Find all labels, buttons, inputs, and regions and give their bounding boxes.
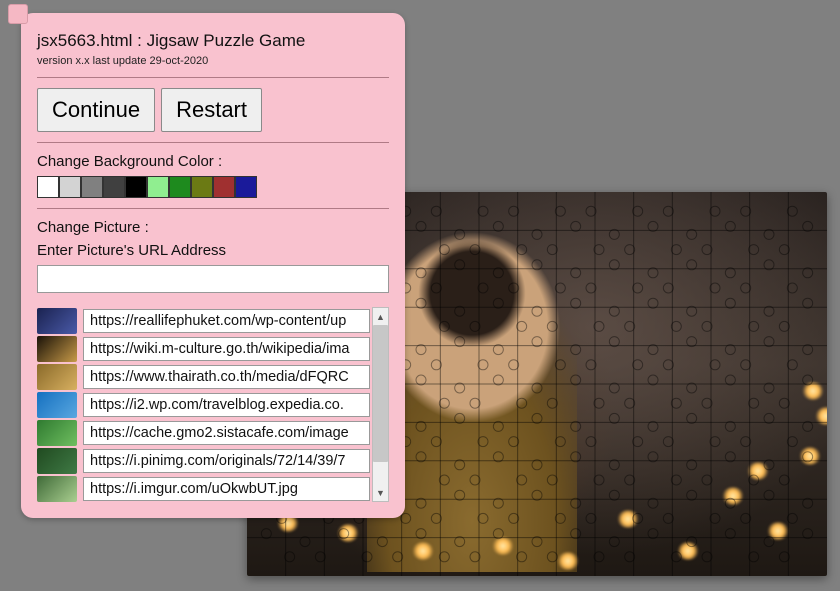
picture-row: https://i.pinimg.com/originals/72/14/39/… (37, 447, 370, 474)
picture-row: https://reallifephuket.com/wp-content/up (37, 307, 370, 334)
picture-thumbnail[interactable] (37, 336, 77, 362)
picture-row: https://wiki.m-culture.go.th/wikipedia/i… (37, 335, 370, 362)
picture-thumbnail[interactable] (37, 364, 77, 390)
scrollbar[interactable]: ▲ ▼ (372, 307, 389, 502)
scroll-up-button[interactable]: ▲ (373, 308, 388, 325)
bg-swatch-6[interactable] (169, 176, 191, 198)
candle-glow (617, 510, 639, 528)
bg-swatch-9[interactable] (235, 176, 257, 198)
scroll-down-button[interactable]: ▼ (373, 484, 388, 501)
scroll-thumb[interactable] (373, 325, 388, 462)
bg-swatch-0[interactable] (37, 176, 59, 198)
panel-drag-handle[interactable] (8, 4, 28, 24)
candle-glow (557, 552, 579, 570)
page-title: jsx5663.html : Jigsaw Puzzle Game (37, 31, 389, 51)
picture-list: https://reallifephuket.com/wp-content/up… (37, 307, 370, 502)
picture-row: https://cache.gmo2.sistacafe.com/image (37, 419, 370, 446)
scroll-track[interactable] (373, 325, 388, 484)
picture-url-field[interactable]: https://i2.wp.com/travelblog.expedia.co. (83, 393, 370, 417)
picture-list-wrapper: https://reallifephuket.com/wp-content/up… (37, 307, 389, 502)
control-panel: jsx5663.html : Jigsaw Puzzle Game versio… (21, 13, 405, 518)
bg-color-label: Change Background Color : (37, 153, 389, 170)
bg-swatch-1[interactable] (59, 176, 81, 198)
picture-url-input[interactable] (37, 265, 389, 293)
divider (37, 142, 389, 143)
continue-button[interactable]: Continue (37, 88, 155, 132)
divider (37, 208, 389, 209)
candle-glow (767, 522, 789, 540)
candle-glow (802, 382, 824, 400)
candle-glow (337, 524, 359, 542)
picture-row: https://i2.wp.com/travelblog.expedia.co. (37, 391, 370, 418)
url-input-label: Enter Picture's URL Address (37, 242, 389, 259)
change-picture-label: Change Picture : (37, 219, 389, 236)
version-label: version x.x last update 29-oct-2020 (37, 55, 389, 67)
divider (37, 77, 389, 78)
picture-thumbnail[interactable] (37, 420, 77, 446)
bg-swatch-2[interactable] (81, 176, 103, 198)
picture-url-field[interactable]: https://cache.gmo2.sistacafe.com/image (83, 421, 370, 445)
bg-swatch-3[interactable] (103, 176, 125, 198)
picture-url-field[interactable]: https://reallifephuket.com/wp-content/up (83, 309, 370, 333)
picture-thumbnail[interactable] (37, 448, 77, 474)
button-row: Continue Restart (37, 88, 389, 132)
picture-url-field[interactable]: https://i.imgur.com/uOkwbUT.jpg (83, 477, 370, 501)
picture-url-field[interactable]: https://i.pinimg.com/originals/72/14/39/… (83, 449, 370, 473)
picture-url-field[interactable]: https://www.thairath.co.th/media/dFQRC (83, 365, 370, 389)
bg-swatch-4[interactable] (125, 176, 147, 198)
bg-swatch-5[interactable] (147, 176, 169, 198)
candle-glow (722, 487, 744, 505)
candle-glow (412, 542, 434, 560)
candle-glow (492, 537, 514, 555)
restart-button[interactable]: Restart (161, 88, 262, 132)
candle-glow (815, 407, 827, 425)
picture-thumbnail[interactable] (37, 308, 77, 334)
bg-swatch-7[interactable] (191, 176, 213, 198)
picture-url-field[interactable]: https://wiki.m-culture.go.th/wikipedia/i… (83, 337, 370, 361)
picture-thumbnail[interactable] (37, 392, 77, 418)
candle-glow (799, 447, 821, 465)
candle-glow (747, 462, 769, 480)
picture-row: https://www.thairath.co.th/media/dFQRC (37, 363, 370, 390)
bg-swatch-row (37, 176, 389, 198)
candle-glow (677, 542, 699, 560)
picture-row: https://i.imgur.com/uOkwbUT.jpg (37, 475, 370, 502)
picture-thumbnail[interactable] (37, 476, 77, 502)
bg-swatch-8[interactable] (213, 176, 235, 198)
